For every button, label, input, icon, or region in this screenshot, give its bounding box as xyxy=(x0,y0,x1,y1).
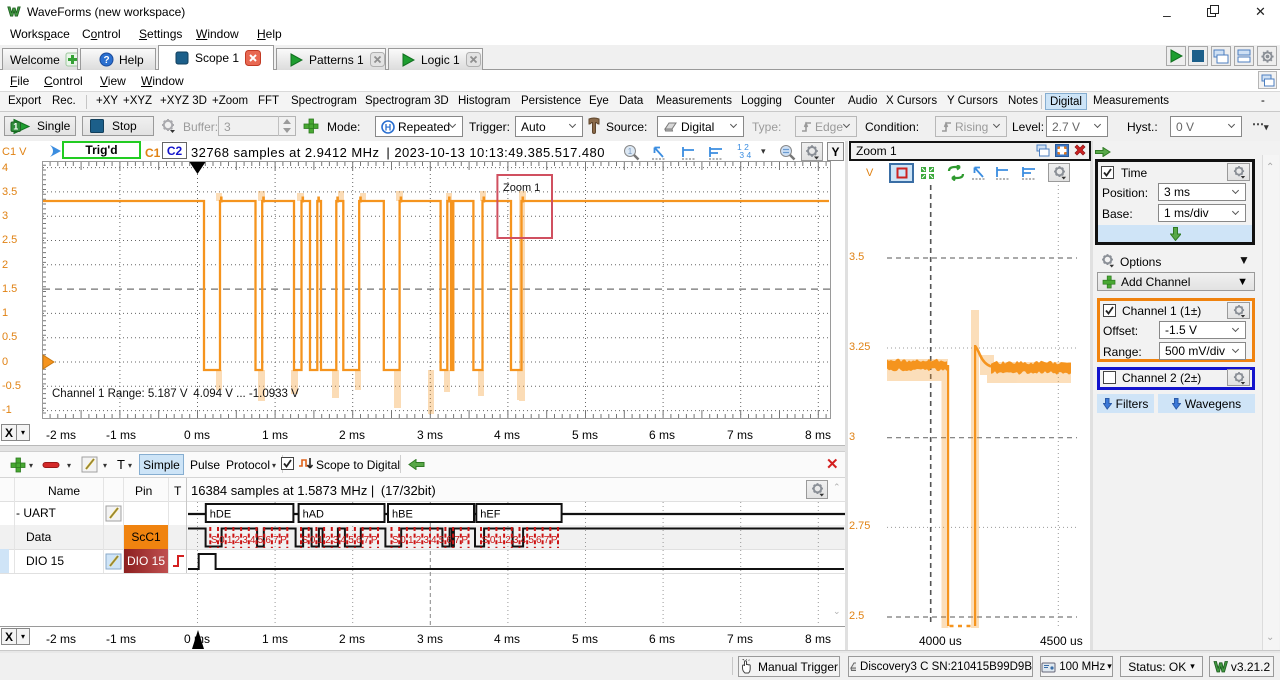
svg-text:7: 7 xyxy=(454,535,460,546)
svg-text:S: S xyxy=(392,535,399,546)
svg-text:4: 4 xyxy=(341,535,347,546)
svg-text:6: 6 xyxy=(356,535,362,546)
svg-text:4: 4 xyxy=(521,535,527,546)
svg-text:P: P xyxy=(551,535,558,546)
svg-text:2: 2 xyxy=(235,535,241,546)
svg-text:7: 7 xyxy=(273,535,279,546)
svg-text:4: 4 xyxy=(431,535,437,546)
svg-text:6: 6 xyxy=(265,535,271,546)
svg-text:1: 1 xyxy=(317,535,323,546)
svg-text:2: 2 xyxy=(325,535,331,546)
svg-text:1: 1 xyxy=(408,535,414,546)
svg-text:5: 5 xyxy=(528,535,534,546)
svg-text:4: 4 xyxy=(250,535,256,546)
svg-text:P: P xyxy=(371,535,378,546)
svg-text:0: 0 xyxy=(310,535,316,546)
svg-text:0: 0 xyxy=(400,535,406,546)
svg-text:3: 3 xyxy=(333,535,339,546)
svg-text:6: 6 xyxy=(536,535,542,546)
svg-text:5: 5 xyxy=(258,535,264,546)
svg-text:3: 3 xyxy=(242,535,248,546)
svg-text:Zoom 1: Zoom 1 xyxy=(503,182,540,194)
svg-text:2: 2 xyxy=(416,535,422,546)
svg-text:1: 1 xyxy=(227,535,233,546)
svg-text:?: ? xyxy=(103,55,109,66)
svg-text:5: 5 xyxy=(348,535,354,546)
svg-text:1: 1 xyxy=(13,121,18,131)
svg-text:7: 7 xyxy=(364,535,370,546)
svg-text:S: S xyxy=(211,535,218,546)
svg-text:1: 1 xyxy=(628,147,633,156)
svg-text:3: 3 xyxy=(513,535,519,546)
svg-text:6: 6 xyxy=(446,535,452,546)
svg-text:S: S xyxy=(482,535,489,546)
svg-text:0: 0 xyxy=(219,535,225,546)
svg-text:P: P xyxy=(280,535,287,546)
svg-text:2: 2 xyxy=(505,535,511,546)
svg-text:7: 7 xyxy=(544,535,550,546)
svg-text:hAD: hAD xyxy=(303,509,324,521)
svg-text:S: S xyxy=(301,535,308,546)
svg-text:0: 0 xyxy=(490,535,496,546)
svg-text:3: 3 xyxy=(423,535,429,546)
svg-text:Channel 1 Range: 5.187 V 4.094: Channel 1 Range: 5.187 V 4.094 V ... -1.… xyxy=(52,388,299,400)
svg-text:1: 1 xyxy=(497,535,503,546)
svg-text:hDE: hDE xyxy=(210,509,231,521)
svg-text:hBE: hBE xyxy=(392,509,413,521)
svg-text:H: H xyxy=(385,122,392,132)
svg-text:hEF: hEF xyxy=(480,509,500,521)
svg-text:P: P xyxy=(461,535,468,546)
svg-text:5: 5 xyxy=(439,535,445,546)
